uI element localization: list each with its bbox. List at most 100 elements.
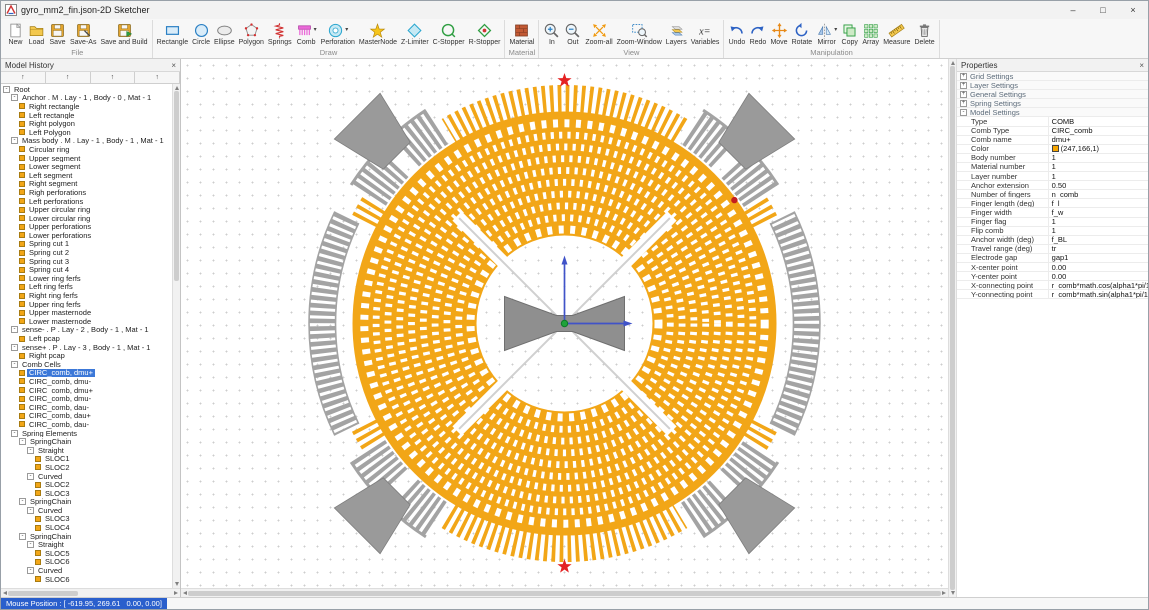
property-value[interactable]: 1 bbox=[1049, 163, 1148, 171]
model-history-close-icon[interactable]: × bbox=[171, 61, 176, 70]
tree-item[interactable]: CIRC_comb, dmu+ bbox=[1, 369, 172, 378]
toolbar-button-ellipse[interactable]: Ellipse bbox=[212, 20, 237, 48]
tree-item[interactable]: Spring cut 2 bbox=[1, 248, 172, 257]
color-swatch[interactable] bbox=[1052, 145, 1059, 152]
tree-item[interactable]: -Straight bbox=[1, 446, 172, 455]
canvas-vscrollbar[interactable] bbox=[948, 59, 957, 597]
tree-expander-icon[interactable]: - bbox=[11, 137, 18, 144]
tree-item[interactable]: Upper circular ring bbox=[1, 205, 172, 214]
tree-item[interactable]: SLOC4 bbox=[1, 523, 172, 532]
tree-expander-icon[interactable]: - bbox=[11, 344, 18, 351]
section-expander-icon[interactable]: + bbox=[960, 73, 967, 80]
tree-item[interactable]: Right rectangle bbox=[1, 102, 172, 111]
tree-item[interactable]: -SpringChain bbox=[1, 437, 172, 446]
tree-item[interactable]: -Straight bbox=[1, 540, 172, 549]
tree-item[interactable]: SLOC5 bbox=[1, 549, 172, 558]
property-value[interactable]: r_comb*math.sin(alpha1*pi/180) bbox=[1049, 290, 1148, 298]
toolbar-button-polygon[interactable]: Polygon bbox=[237, 20, 266, 48]
tree-expander-icon[interactable]: - bbox=[27, 567, 34, 574]
toolbar-button-save-as[interactable]: Save-As bbox=[68, 20, 98, 48]
tree-item[interactable]: SLOC6 bbox=[1, 575, 172, 584]
tree-item[interactable]: -Curved bbox=[1, 472, 172, 481]
tree-item[interactable]: CIRC_comb, dau- bbox=[1, 403, 172, 412]
property-value[interactable]: dmu+ bbox=[1049, 136, 1148, 144]
close-button[interactable]: × bbox=[1118, 1, 1148, 19]
model-tree-vscrollbar[interactable] bbox=[172, 84, 180, 588]
origin-point[interactable] bbox=[561, 320, 567, 326]
tree-expander-icon[interactable]: - bbox=[27, 541, 34, 548]
tree-expander-icon[interactable]: - bbox=[27, 447, 34, 454]
tree-item[interactable]: Circular ring bbox=[1, 145, 172, 154]
toolbar-button-perforation[interactable]: ▾Perforation bbox=[319, 20, 357, 48]
tree-item[interactable]: -Curved bbox=[1, 506, 172, 515]
anchor-trapezoid[interactable] bbox=[334, 478, 410, 554]
tree-item[interactable]: SLOC3 bbox=[1, 515, 172, 524]
tree-item[interactable]: Lower segment bbox=[1, 162, 172, 171]
canvas[interactable] bbox=[181, 59, 948, 588]
tree-item[interactable]: Upper ring ferfs bbox=[1, 300, 172, 309]
tree-item[interactable]: SLOC2 bbox=[1, 463, 172, 472]
tree-item[interactable]: -SpringChain bbox=[1, 498, 172, 507]
tree-item[interactable]: -Mass body . M . Lay - 1 , Body - 1 , Ma… bbox=[1, 137, 172, 146]
property-value[interactable]: f_BL bbox=[1049, 236, 1148, 244]
section-expander-icon[interactable]: + bbox=[960, 82, 967, 89]
minimize-button[interactable]: – bbox=[1058, 1, 1088, 19]
property-value[interactable]: 1 bbox=[1049, 227, 1148, 235]
tree-expander-icon[interactable]: - bbox=[19, 438, 26, 445]
anchor-trapezoid[interactable] bbox=[719, 478, 795, 554]
property-value[interactable]: 0.00 bbox=[1049, 272, 1148, 280]
property-value[interactable]: n_comb bbox=[1049, 190, 1148, 198]
property-value[interactable]: 0.00 bbox=[1049, 263, 1148, 271]
tree-sort-button-4[interactable]: ↑ bbox=[135, 72, 180, 83]
tree-item[interactable]: Upper segment bbox=[1, 154, 172, 163]
tree-expander-icon[interactable]: - bbox=[11, 326, 18, 333]
toolbar-button-save-and-build[interactable]: Save and Build bbox=[98, 20, 149, 48]
property-value[interactable]: gap1 bbox=[1049, 254, 1148, 262]
property-value[interactable]: f_l bbox=[1049, 199, 1148, 207]
tree-expander-icon[interactable]: - bbox=[11, 430, 18, 437]
tree-item[interactable]: Lower circular ring bbox=[1, 214, 172, 223]
properties-section-model-settings[interactable]: -Model Settings bbox=[957, 108, 1148, 117]
tree-item[interactable]: Left perforations bbox=[1, 197, 172, 206]
tree-item[interactable]: -SpringChain bbox=[1, 532, 172, 541]
tree-item[interactable]: Spring cut 4 bbox=[1, 265, 172, 274]
toolbar-button-z-limiter[interactable]: Z-Limiter bbox=[399, 20, 431, 48]
tree-item[interactable]: -Curved bbox=[1, 566, 172, 575]
toolbar-button-rotate[interactable]: Rotate bbox=[790, 20, 815, 48]
property-value[interactable]: CIRC_comb bbox=[1049, 127, 1148, 135]
toolbar-button-in[interactable]: In bbox=[541, 20, 562, 48]
tree-expander-icon[interactable]: - bbox=[11, 361, 18, 368]
tree-item[interactable]: Right pcap bbox=[1, 351, 172, 360]
tree-sort-button-1[interactable]: ↑ bbox=[1, 72, 46, 83]
tree-item[interactable]: Spring cut 3 bbox=[1, 257, 172, 266]
scrollbar-thumb[interactable] bbox=[174, 91, 179, 281]
toolbar-button-load[interactable]: Load bbox=[26, 20, 47, 48]
toolbar-button-zoom-window[interactable]: Zoom-Window bbox=[615, 20, 664, 48]
dropdown-arrow-icon[interactable]: ▾ bbox=[345, 27, 348, 33]
tree-item[interactable]: CIRC_comb, dau+ bbox=[1, 412, 172, 421]
scrollbar-thumb[interactable] bbox=[188, 591, 941, 596]
toolbar-button-comb[interactable]: ▾Comb bbox=[294, 20, 319, 48]
property-value[interactable]: 1 bbox=[1049, 218, 1148, 226]
tree-item[interactable]: Right segment bbox=[1, 180, 172, 189]
toolbar-button-zoom-all[interactable]: Zoom-all bbox=[583, 20, 614, 48]
properties-close-icon[interactable]: × bbox=[1139, 61, 1144, 70]
toolbar-button-masternode[interactable]: MasterNode bbox=[357, 20, 399, 48]
toolbar-button-rectangle[interactable]: Rectangle bbox=[155, 20, 191, 48]
scrollbar-thumb[interactable] bbox=[950, 66, 955, 590]
tree-item[interactable]: -Spring Elements bbox=[1, 429, 172, 438]
property-value[interactable]: tr bbox=[1049, 245, 1148, 253]
property-value[interactable]: 1 bbox=[1049, 154, 1148, 162]
property-value[interactable]: 1 bbox=[1049, 172, 1148, 180]
property-value[interactable]: 0.50 bbox=[1049, 181, 1148, 189]
tree-item[interactable]: Lower masternode bbox=[1, 317, 172, 326]
toolbar-button-redo[interactable]: Redo bbox=[747, 20, 768, 48]
tree-item[interactable]: CIRC_comb, dmu- bbox=[1, 377, 172, 386]
tree-item[interactable]: SLOC6 bbox=[1, 558, 172, 567]
tree-item[interactable]: Left pcap bbox=[1, 334, 172, 343]
tree-expander-icon[interactable]: - bbox=[27, 473, 34, 480]
toolbar-button-copy[interactable]: Copy bbox=[839, 20, 860, 48]
tree-expander-icon[interactable]: - bbox=[3, 86, 10, 93]
connecting-point-dot[interactable] bbox=[731, 197, 737, 203]
toolbar-button-variables[interactable]: x=Variables bbox=[689, 20, 722, 48]
